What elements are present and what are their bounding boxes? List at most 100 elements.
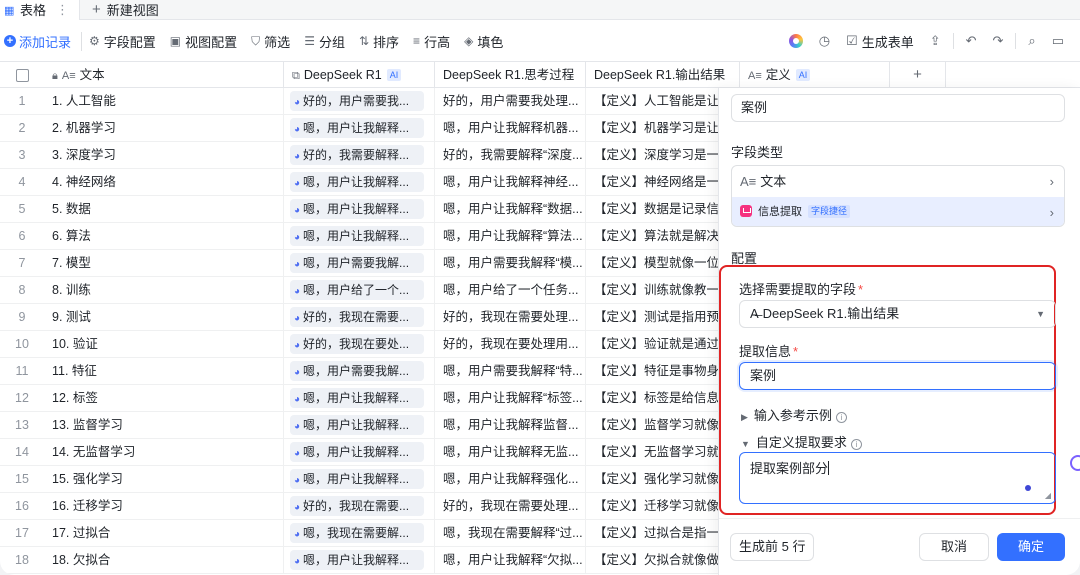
field-config-button[interactable]: ⚙ 字段配置 — [82, 32, 163, 51]
cell-text[interactable]: 16. 迁移学习 — [44, 493, 284, 519]
custom-requirement-toggle[interactable]: ▼ 自定义提取要求 i — [741, 432, 862, 451]
cell-deepseek-r1[interactable]: ◕ 好的，我需要解释... — [284, 142, 435, 168]
tab-table[interactable]: ▦ 表格 ⋮ — [0, 0, 81, 20]
cell-output[interactable]: 【定义】测试是指用预... — [586, 304, 740, 330]
cell-text[interactable]: 10. 验证 — [44, 331, 284, 357]
cell-deepseek-r1[interactable]: ◕ 嗯，用户让我解释... — [284, 439, 435, 465]
cell-thinking[interactable]: 嗯，用户让我解释无监... — [435, 439, 586, 465]
cell-output[interactable]: 【定义】深度学习是一... — [586, 142, 740, 168]
cell-text[interactable]: 18. 欠拟合 — [44, 547, 284, 573]
ai-result-pill[interactable]: ◕ 嗯，用户需要我解... — [290, 361, 424, 381]
share-icon[interactable]: ⇪ — [930, 33, 941, 49]
add-record-button[interactable]: + 添加记录 — [0, 31, 83, 51]
cell-deepseek-r1[interactable]: ◕ 嗯，用户给了一个... — [284, 277, 435, 303]
column-header-deepseek-r1[interactable]: ⧉ DeepSeek R1 AI — [284, 62, 435, 88]
ai-result-pill[interactable]: ◕ 嗯，用户让我解释... — [290, 388, 424, 408]
cell-output[interactable]: 【定义】迁移学习就像... — [586, 493, 740, 519]
cell-output[interactable]: 【定义】数据是记录信... — [586, 196, 740, 222]
ai-result-pill[interactable]: ◕ 嗯，用户让我解释... — [290, 118, 424, 138]
cell-output[interactable]: 【定义】过拟合是指一... — [586, 520, 740, 546]
sort-button[interactable]: ⇅ 排序 — [352, 32, 406, 51]
cell-deepseek-r1[interactable]: ◕ 嗯，用户让我解释... — [284, 412, 435, 438]
cell-thinking[interactable]: 嗯，用户让我解释“数据... — [435, 196, 586, 222]
add-column-button[interactable]: + — [890, 62, 946, 88]
field-type-extract-option[interactable]: 信息提取 字段捷径 › — [732, 197, 1064, 226]
cell-output[interactable]: 【定义】模型就像一位... — [586, 250, 740, 276]
more-icon[interactable]: ⋮ — [56, 2, 69, 18]
ai-result-pill[interactable]: ◕ 好的，我现在要处... — [290, 334, 424, 354]
cell-text[interactable]: 17. 过拟合 — [44, 520, 284, 546]
cell-text[interactable]: 6. 算法 — [44, 223, 284, 249]
new-view-button[interactable]: + 新建视图 — [80, 0, 159, 19]
cell-deepseek-r1[interactable]: ◕ 好的，我现在要处... — [284, 331, 435, 357]
cell-deepseek-r1[interactable]: ◕ 嗯，用户需要我解... — [284, 358, 435, 384]
cell-output[interactable]: 【定义】特征是事物身... — [586, 358, 740, 384]
cell-thinking[interactable]: 嗯，用户让我解释“标签... — [435, 385, 586, 411]
cell-text[interactable]: 8. 训练 — [44, 277, 284, 303]
cell-text[interactable]: 5. 数据 — [44, 196, 284, 222]
cell-output[interactable]: 【定义】神经网络是一... — [586, 169, 740, 195]
search-icon[interactable]: ⌕ — [1028, 33, 1035, 49]
column-header-definition[interactable]: A≡ 定义 AI — [740, 62, 890, 88]
ai-result-pill[interactable]: ◕ 好的，我现在需要... — [290, 496, 424, 516]
cell-text[interactable]: 3. 深度学习 — [44, 142, 284, 168]
floating-assistant-icon[interactable] — [1070, 455, 1080, 471]
extract-info-input[interactable]: 案例 — [739, 362, 1056, 390]
cell-text[interactable]: 9. 测试 — [44, 304, 284, 330]
ai-result-pill[interactable]: ◕ 好的，用户需要我... — [290, 91, 424, 111]
cell-deepseek-r1[interactable]: ◕ 嗯，用户让我解释... — [284, 115, 435, 141]
cell-output[interactable]: 【定义】验证就是通过... — [586, 331, 740, 357]
ai-result-pill[interactable]: ◕ 嗯，用户让我解释... — [290, 469, 424, 489]
select-all-checkbox[interactable] — [0, 62, 44, 88]
assist-dot-icon[interactable] — [1025, 485, 1031, 491]
cell-thinking[interactable]: 嗯，用户让我解释机器... — [435, 115, 586, 141]
undo-icon[interactable]: ↶ — [966, 33, 977, 49]
ai-result-pill[interactable]: ◕ 嗯，我现在需要解... — [290, 523, 424, 543]
cell-deepseek-r1[interactable]: ◕ 好的，我现在需要... — [284, 493, 435, 519]
group-button[interactable]: ☰ 分组 — [297, 32, 352, 51]
cell-deepseek-r1[interactable]: ◕ 嗯，用户让我解释... — [284, 466, 435, 492]
cell-output[interactable]: 【定义】算法就是解决... — [586, 223, 740, 249]
cell-thinking[interactable]: 嗯，用户让我解释神经... — [435, 169, 586, 195]
cell-thinking[interactable]: 好的，我现在需要处理... — [435, 493, 586, 519]
cell-thinking[interactable]: 嗯，用户让我解释监督... — [435, 412, 586, 438]
row-height-button[interactable]: ≡ 行高 — [406, 32, 457, 51]
ai-result-pill[interactable]: ◕ 嗯，用户需要我解... — [290, 253, 424, 273]
cell-text[interactable]: 2. 机器学习 — [44, 115, 284, 141]
cell-thinking[interactable]: 好的，我现在需要处理... — [435, 304, 586, 330]
cell-output[interactable]: 【定义】标签是给信息... — [586, 385, 740, 411]
cell-deepseek-r1[interactable]: ◕ 嗯，用户让我解释... — [284, 169, 435, 195]
cell-deepseek-r1[interactable]: ◕ 嗯，用户让我解释... — [284, 385, 435, 411]
cell-deepseek-r1[interactable]: ◕ 嗯，用户需要我解... — [284, 250, 435, 276]
ai-result-pill[interactable]: ◕ 好的，我需要解释... — [290, 145, 424, 165]
cell-thinking[interactable]: 好的，我现在要处理用... — [435, 331, 586, 357]
custom-requirement-textarea[interactable]: 提取案例部分 ◢ — [739, 452, 1056, 504]
cell-output[interactable]: 【定义】监督学习就像... — [586, 412, 740, 438]
cell-thinking[interactable]: 嗯，用户需要我解释“特... — [435, 358, 586, 384]
cell-deepseek-r1[interactable]: ◕ 嗯，用户让我解释... — [284, 223, 435, 249]
cell-text[interactable]: 11. 特征 — [44, 358, 284, 384]
ai-result-pill[interactable]: ◕ 嗯，用户让我解释... — [290, 226, 424, 246]
cell-thinking[interactable]: 嗯，我现在需要解释“过... — [435, 520, 586, 546]
redo-icon[interactable]: ↷ — [993, 33, 1004, 49]
cell-output[interactable]: 【定义】人工智能是让... — [586, 88, 740, 114]
cell-output[interactable]: 【定义】强化学习就像... — [586, 466, 740, 492]
resize-handle-icon[interactable]: ◢ — [1045, 491, 1051, 500]
cell-text[interactable]: 1. 人工智能 — [44, 88, 284, 114]
filter-button[interactable]: ⛉ 筛选 — [244, 32, 297, 51]
cell-deepseek-r1[interactable]: ◕ 好的，用户需要我... — [284, 88, 435, 114]
ai-result-pill[interactable]: ◕ 嗯，用户让我解释... — [290, 199, 424, 219]
cancel-button[interactable]: 取消 — [919, 533, 989, 561]
field-type-text-option[interactable]: A≡ 文本 › — [732, 166, 1064, 197]
cell-thinking[interactable]: 嗯，用户让我解释“欠拟... — [435, 547, 586, 573]
ai-result-pill[interactable]: ◕ 嗯，用户让我解释... — [290, 442, 424, 462]
history-icon[interactable]: ◷ — [819, 33, 830, 49]
ai-assistant-icon[interactable] — [788, 34, 803, 48]
field-name-input[interactable]: 案例 — [731, 94, 1065, 122]
cell-output[interactable]: 【定义】欠拟合就像做... — [586, 547, 740, 573]
cell-text[interactable]: 4. 神经网络 — [44, 169, 284, 195]
cell-text[interactable]: 14. 无监督学习 — [44, 439, 284, 465]
cell-text[interactable]: 12. 标签 — [44, 385, 284, 411]
confirm-button[interactable]: 确定 — [997, 533, 1065, 561]
fill-color-button[interactable]: ◈ 填色 — [457, 32, 510, 51]
